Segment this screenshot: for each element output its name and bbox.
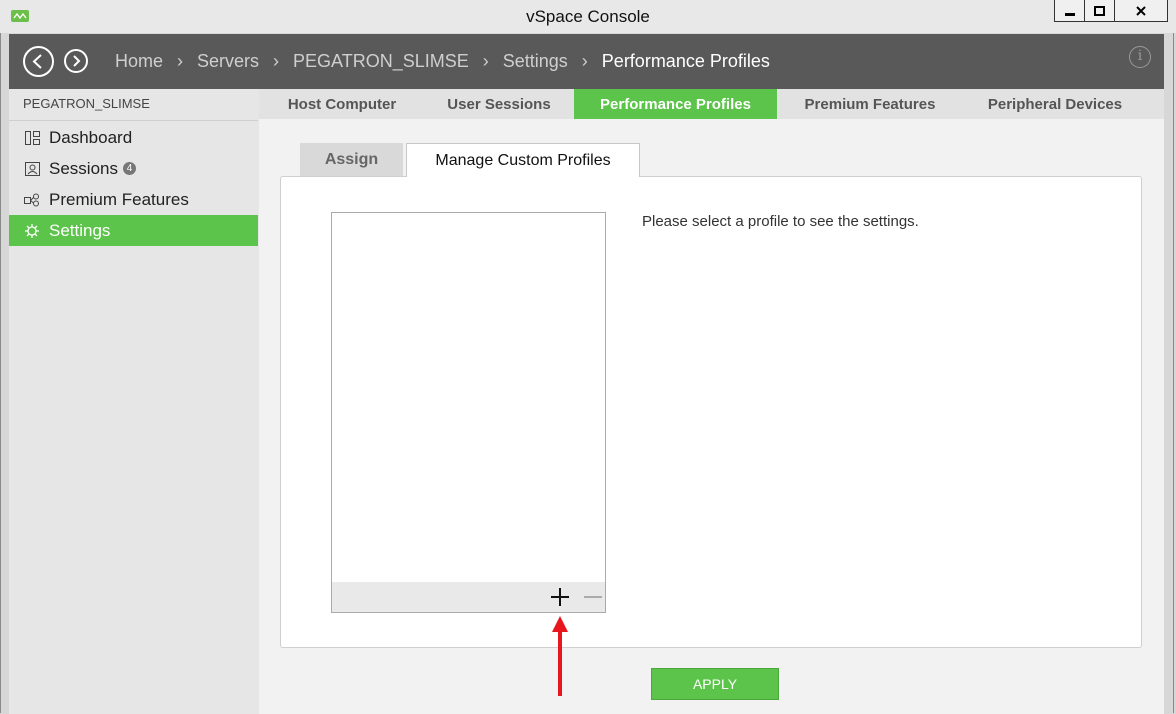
tab-host-computer[interactable]: Host Computer bbox=[259, 89, 425, 119]
tab-premium-features[interactable]: Premium Features bbox=[777, 89, 963, 119]
tab-performance-profiles[interactable]: Performance Profiles bbox=[574, 89, 777, 119]
breadcrumb-current: Performance Profiles bbox=[601, 51, 770, 71]
server-name-label: PEGATRON_SLIMSE bbox=[23, 96, 150, 111]
minus-icon bbox=[584, 596, 602, 598]
annotation-arrow-icon bbox=[552, 616, 568, 696]
breadcrumb-separator: › bbox=[482, 51, 489, 71]
manage-profiles-panel: Please select a profile to see the setti… bbox=[280, 176, 1142, 648]
remove-profile-button[interactable] bbox=[582, 586, 604, 608]
title-bar: vSpace Console bbox=[0, 0, 1176, 33]
breadcrumb: Home › Servers › PEGATRON_SLIMSE › Settings › Pe… bbox=[115, 51, 770, 72]
forward-button[interactable] bbox=[64, 49, 88, 73]
sidebar-item-label: Dashboard bbox=[49, 127, 133, 147]
sidebar-item-dashboard[interactable]: Dashboard bbox=[9, 122, 258, 153]
profiles-list[interactable] bbox=[331, 212, 606, 613]
breadcrumb-settings[interactable]: Settings bbox=[503, 51, 568, 71]
select-profile-hint: Please select a profile to see the setti… bbox=[642, 213, 919, 230]
sessions-icon bbox=[24, 161, 40, 177]
apply-button[interactable]: APPLY bbox=[651, 668, 779, 700]
minimize-button[interactable] bbox=[1054, 0, 1085, 22]
sidebar-divider bbox=[9, 120, 258, 121]
premium-icon bbox=[24, 192, 40, 208]
add-profile-button[interactable] bbox=[549, 586, 571, 608]
sidebar-item-sessions[interactable]: Sessions 4 bbox=[9, 153, 258, 184]
profiles-list-toolbar bbox=[332, 582, 605, 612]
breadcrumb-home[interactable]: Home bbox=[115, 51, 163, 71]
sidebar-item-settings[interactable]: Settings bbox=[9, 215, 258, 246]
close-icon bbox=[1136, 5, 1146, 16]
plus-icon bbox=[551, 588, 569, 606]
info-icon[interactable]: i bbox=[1129, 46, 1151, 68]
breadcrumb-separator: › bbox=[581, 51, 588, 71]
window-title: vSpace Console bbox=[526, 7, 650, 26]
minimize-icon bbox=[1064, 12, 1075, 16]
maximize-icon bbox=[1094, 5, 1105, 16]
dashboard-icon bbox=[24, 130, 40, 146]
maximize-button[interactable] bbox=[1084, 0, 1115, 22]
back-button[interactable] bbox=[23, 46, 54, 77]
breadcrumb-server[interactable]: PEGATRON_SLIMSE bbox=[293, 51, 469, 71]
content-area: Assign Manage Custom Profiles Please sel… bbox=[259, 119, 1164, 714]
subtab-assign[interactable]: Assign bbox=[300, 143, 403, 176]
forward-arrow-icon bbox=[73, 55, 81, 67]
settings-icon bbox=[24, 223, 40, 239]
breadcrumb-servers[interactable]: Servers bbox=[197, 51, 259, 71]
sidebar-item-label: Premium Features bbox=[49, 189, 189, 209]
close-button[interactable] bbox=[1114, 0, 1168, 22]
settings-tabs: Host Computer User Sessions Performance … bbox=[259, 89, 1164, 119]
breadcrumb-separator: › bbox=[273, 51, 280, 71]
sessions-count-badge: 4 bbox=[122, 162, 136, 175]
tab-user-sessions[interactable]: User Sessions bbox=[425, 89, 573, 119]
window-controls bbox=[1054, 0, 1168, 23]
sidebar-item-label: Settings bbox=[49, 220, 111, 240]
back-arrow-icon bbox=[32, 54, 42, 69]
tab-peripheral-devices[interactable]: Peripheral Devices bbox=[963, 89, 1147, 119]
navigation-bar: Home › Servers › PEGATRON_SLIMSE › Settings › Pe… bbox=[9, 34, 1164, 89]
sidebar: PEGATRON_SLIMSE Dashboard Sessions 4 Pre… bbox=[9, 89, 260, 714]
subtab-manage-custom-profiles[interactable]: Manage Custom Profiles bbox=[406, 143, 640, 177]
breadcrumb-separator: › bbox=[177, 51, 184, 71]
sidebar-item-premium-features[interactable]: Premium Features bbox=[9, 184, 258, 215]
sidebar-item-label: Sessions bbox=[49, 158, 118, 178]
